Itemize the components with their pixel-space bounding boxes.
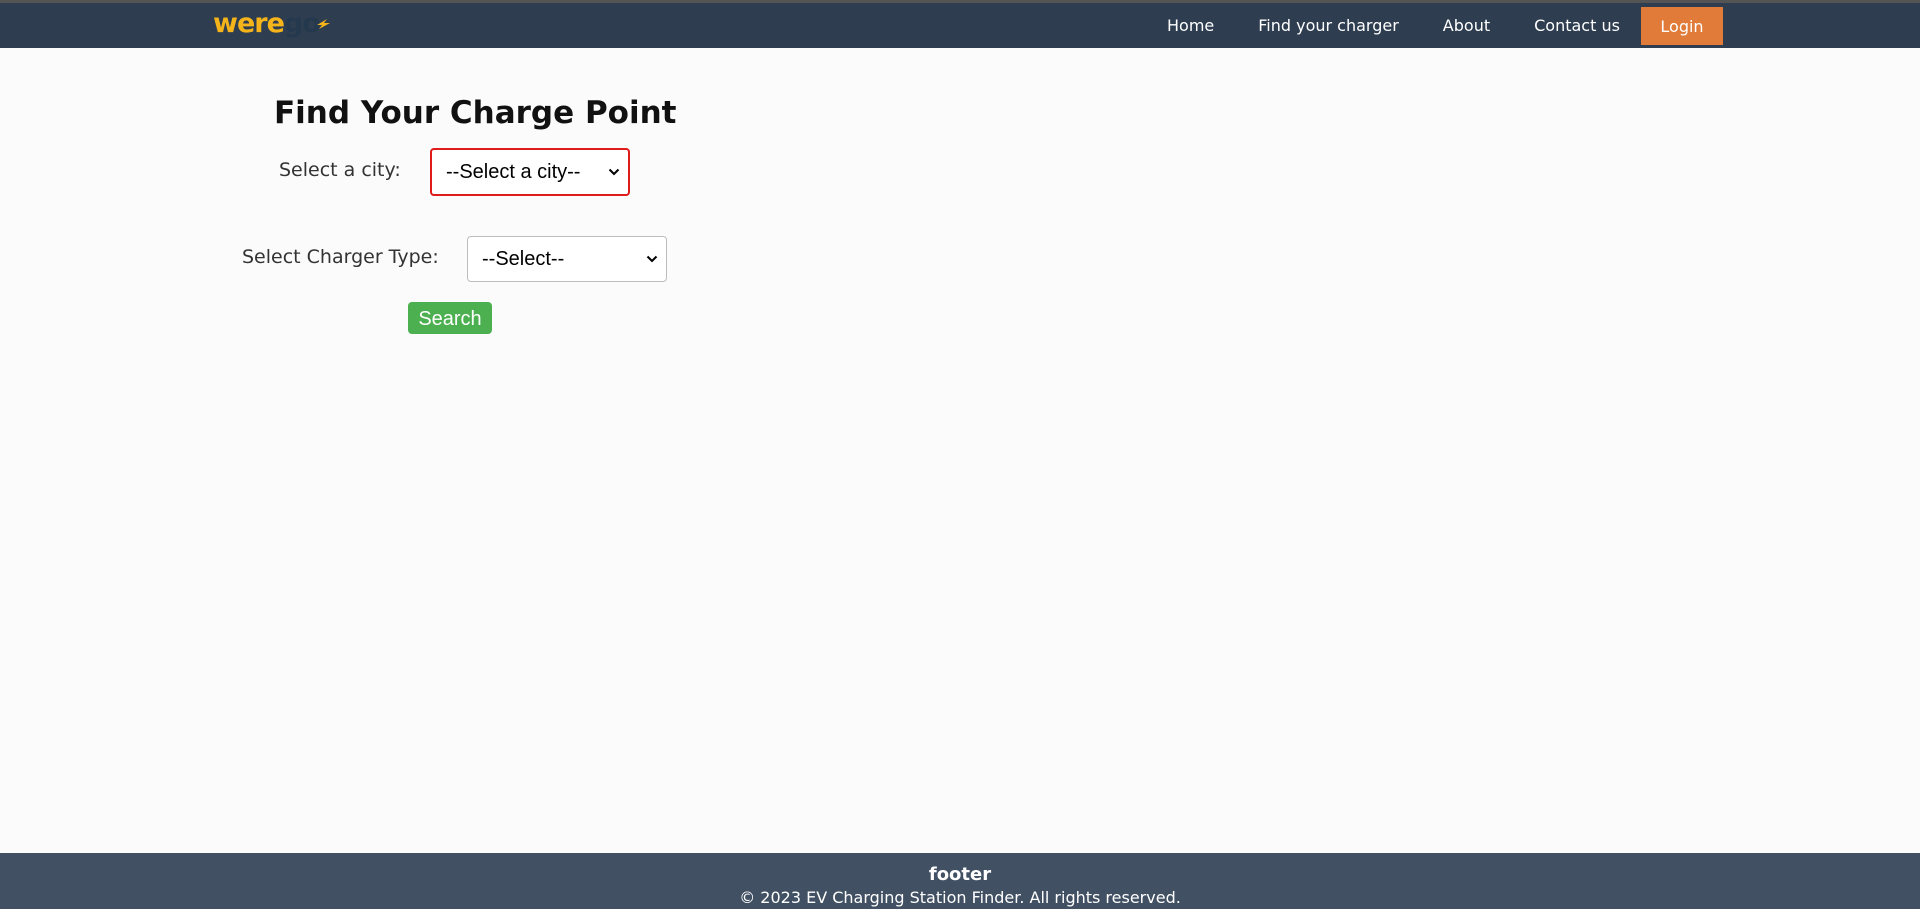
city-label: Select a city: (279, 159, 401, 181)
charger-type-select-value: --Select-- (482, 247, 565, 270)
nav-link-contact-us[interactable]: Contact us (1512, 3, 1642, 48)
main-nav: Home Find your charger About Contact us (1145, 3, 1642, 48)
city-select-value: --Select a city-- (446, 160, 581, 183)
page-footer: footer © 2023 EV Charging Station Finder… (0, 853, 1920, 909)
logo-text-were: were (213, 7, 285, 39)
nav-link-about[interactable]: About (1421, 3, 1512, 48)
city-select[interactable]: --Select a city-- (430, 148, 630, 196)
chevron-down-icon (646, 255, 658, 263)
chevron-down-icon (608, 168, 620, 176)
login-button[interactable]: Login (1641, 7, 1723, 45)
footer-copyright: © 2023 EV Charging Station Finder. All r… (739, 888, 1181, 907)
search-button[interactable]: Search (408, 302, 492, 334)
brand-logo[interactable]: were go (213, 5, 330, 41)
top-navbar: were go Home Find your charger About Con… (0, 0, 1920, 48)
footer-title: footer (928, 864, 992, 885)
charger-type-label: Select Charger Type: (242, 246, 439, 268)
charger-type-select[interactable]: --Select-- (467, 236, 667, 282)
nav-link-home[interactable]: Home (1145, 3, 1236, 48)
nav-link-find-your-charger[interactable]: Find your charger (1236, 3, 1421, 48)
lightning-bolt-icon (317, 19, 330, 29)
page-title: Find Your Charge Point (274, 95, 677, 131)
